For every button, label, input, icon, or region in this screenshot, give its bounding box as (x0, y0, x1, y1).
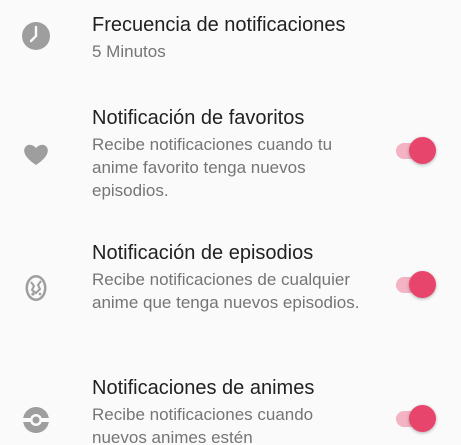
animes-toggle-switch[interactable] (394, 405, 436, 433)
episodes-toggle-switch[interactable] (394, 271, 436, 299)
pref-favorites-notification[interactable]: Notificación de favoritos Recibe notific… (0, 96, 461, 206)
pref-animes-notification[interactable]: Notificaciones de animes Recibe notifica… (0, 364, 461, 445)
pref-episodes-notification[interactable]: Notificación de episodios Recibe notific… (0, 230, 461, 340)
pref-summary: Recibe notificaciones cuando nuevos anim… (92, 405, 314, 445)
egg-icon (20, 271, 52, 303)
pref-title: Frecuencia de notificaciones (92, 14, 346, 36)
clock-icon (20, 20, 52, 52)
pref-title: Notificación de episodios (92, 242, 314, 264)
switch-thumb (409, 405, 436, 432)
switch-thumb (409, 271, 436, 298)
favorites-toggle-switch[interactable] (394, 137, 436, 165)
heart-icon (20, 138, 52, 170)
pref-summary: Recibe notificaciones de cualquier anime… (92, 270, 360, 312)
notification-settings-screen: Frecuencia de notificaciones 5 Minutos N… (0, 0, 461, 445)
switch-thumb (409, 137, 436, 164)
pref-notification-frequency[interactable]: Frecuencia de notificaciones 5 Minutos (0, 0, 461, 80)
pref-summary: 5 Minutos (92, 42, 166, 61)
pref-title: Notificación de favoritos (92, 107, 305, 129)
pokeball-icon (20, 404, 52, 436)
pref-summary: Recibe notificaciones cuando tu anime fa… (92, 135, 333, 200)
pref-title: Notificaciones de animes (92, 377, 315, 399)
